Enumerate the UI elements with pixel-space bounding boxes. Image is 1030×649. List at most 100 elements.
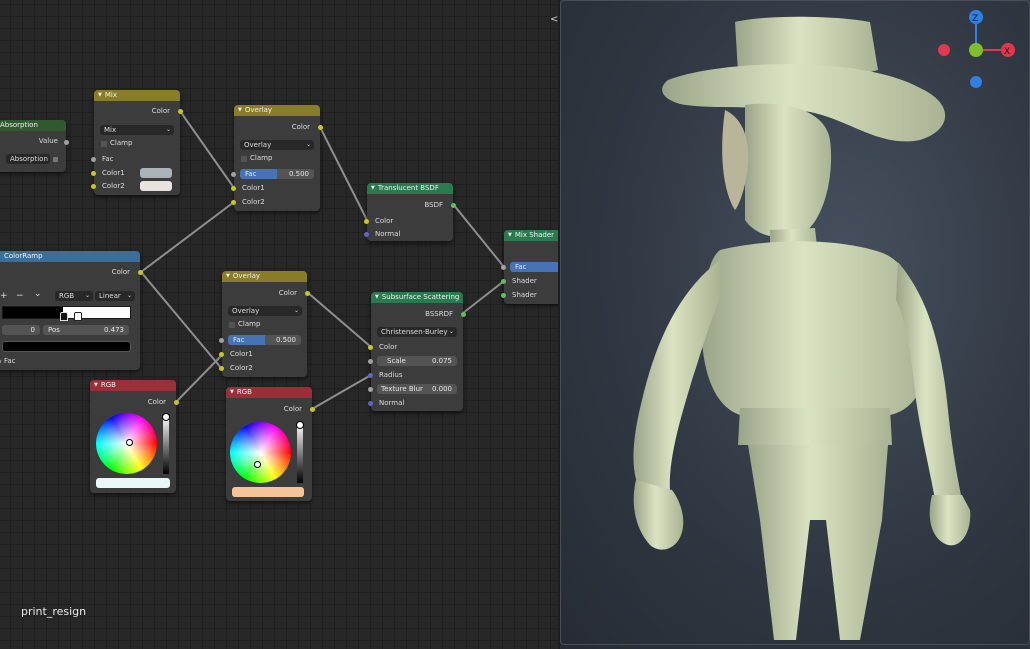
sss-color-socket[interactable] — [368, 345, 373, 350]
rgb-2-wheel-cursor[interactable] — [254, 461, 261, 468]
mix-color2-socket[interactable] — [91, 184, 96, 189]
overlay-2-mode-dropdown[interactable]: Overlay ⌄ — [228, 306, 302, 316]
colorramp-index-field[interactable]: 0 — [2, 325, 40, 335]
rgb-1-header[interactable]: ▼ RGB — [90, 380, 176, 391]
mix-shader-fac-field[interactable]: Fac — [510, 262, 558, 272]
subsurface-scattering-node[interactable]: ▼ Subsurface Scattering BSSRDF Christense… — [368, 292, 466, 411]
rgb-2-value-slider[interactable] — [296, 421, 304, 483]
rgb-1-value-slider[interactable] — [162, 413, 170, 474]
mix-shader-shader2-socket[interactable] — [501, 293, 506, 298]
node-editor[interactable]: Absorption Value Absorption ▼ Mix Color M… — [0, 0, 558, 649]
left-arm — [633, 260, 720, 492]
translucent-header[interactable]: ▼ Translucent BSDF — [367, 183, 453, 194]
mix-shader-node[interactable]: ▼ Mix Shader Fac Shader Shader — [501, 230, 558, 304]
mix-color-out-socket[interactable] — [178, 109, 183, 114]
absorption-node-header[interactable]: Absorption — [0, 120, 66, 131]
overlay-1-header[interactable]: ▼ Overlay — [234, 105, 320, 116]
rgb-node-1[interactable]: ▼ RGB Color — [90, 380, 179, 493]
translucent-color-socket[interactable] — [364, 219, 369, 224]
mix-shader-fac-socket[interactable] — [501, 265, 506, 270]
mix-fac-socket[interactable] — [91, 157, 96, 162]
rgb-1-value-handle[interactable] — [162, 413, 170, 421]
mix-shader-shader1-socket[interactable] — [501, 279, 506, 284]
translucent-title: Translucent BSDF — [377, 184, 439, 192]
overlay-1-fac-socket[interactable] — [231, 172, 236, 177]
mix-shader-shader2-label: Shader — [512, 291, 537, 299]
overlay-2-color1-socket[interactable] — [219, 352, 224, 357]
rgb-2-color-wheel[interactable] — [230, 422, 291, 483]
sss-out-socket[interactable] — [461, 312, 466, 317]
absorption-node[interactable]: Absorption Value Absorption — [0, 120, 69, 172]
mix-node[interactable]: ▼ Mix Color Mix ⌄ Clamp Fac Color1 Color2 — [91, 90, 183, 195]
overlay-2-clamp-checkbox[interactable] — [229, 322, 235, 328]
colorramp-interp-dropdown[interactable]: Linear ⌄ — [95, 291, 135, 301]
overlay-2-fac-socket[interactable] — [219, 338, 224, 343]
rgb-1-out-socket[interactable] — [174, 400, 179, 405]
sss-scale-field[interactable]: Scale 0.075 — [377, 356, 457, 366]
sss-title: Subsurface Scattering — [381, 293, 460, 301]
sss-method-dropdown[interactable]: Christensen-Burley ⌄ — [377, 327, 457, 337]
overlay-node-2[interactable]: ▼ Overlay Color Overlay ⌄ Clamp Fac 0.500 … — [219, 271, 310, 377]
rgb-2-value-handle[interactable] — [296, 421, 304, 429]
absorption-value-socket[interactable] — [64, 140, 69, 145]
colorramp-node[interactable]: ColorRamp Color + − ⌄ RGB ⌄ Linear ⌄ 0 Pos… — [0, 251, 143, 370]
overlay-2-header[interactable]: ▼ Overlay — [222, 271, 307, 282]
colorramp-stop-color-swatch[interactable] — [2, 341, 131, 352]
absorption-toggle[interactable] — [53, 157, 58, 162]
mix-color1-socket[interactable] — [91, 171, 96, 176]
chevron-down-icon: ⌄ — [293, 307, 299, 314]
overlay-2-fac-field[interactable]: Fac 0.500 — [228, 335, 301, 345]
mix-clamp-checkbox[interactable] — [101, 141, 107, 147]
overlay-1-fac-field[interactable]: Fac 0.500 — [240, 169, 314, 179]
add-stop-icon[interactable]: + — [0, 291, 8, 301]
sss-radius-label: Radius — [379, 371, 403, 379]
orientation-gizmo[interactable]: Z X — [938, 10, 1015, 88]
colorramp-out-socket[interactable] — [138, 270, 143, 275]
overlay-1-color2-socket[interactable] — [231, 200, 236, 205]
head — [745, 103, 832, 238]
overlay-node-1[interactable]: ▼ Overlay Color Overlay ⌄ Clamp Fac 0.500 … — [231, 105, 323, 211]
overlay-1-mode-dropdown[interactable]: Overlay ⌄ — [240, 140, 314, 150]
ramp-stop-black[interactable] — [60, 312, 68, 321]
rgb-2-swatch[interactable] — [232, 487, 304, 497]
sss-blur-socket[interactable] — [368, 387, 373, 392]
absorption-mode-dropdown[interactable]: Absorption — [6, 154, 50, 164]
colorramp-color-mode-dropdown[interactable]: RGB ⌄ — [55, 291, 93, 301]
translucent-bsdf-node[interactable]: ▼ Translucent BSDF BSDF Color Normal — [364, 183, 456, 241]
translucent-normal-socket[interactable] — [364, 232, 369, 237]
mix-color2-swatch[interactable] — [140, 181, 172, 191]
rgb-node-2[interactable]: ▼ RGB Color — [226, 387, 315, 501]
rgb-1-wheel-cursor[interactable] — [126, 439, 133, 446]
rgb-2-out-socket[interactable] — [310, 407, 315, 412]
ramp-stop-white[interactable] — [74, 312, 82, 321]
sss-header[interactable]: ▼ Subsurface Scattering — [371, 292, 463, 303]
overlay-1-clamp-checkbox[interactable] — [241, 156, 247, 162]
overlay-1-color1-socket[interactable] — [231, 186, 236, 191]
overlay-2-out-socket[interactable] — [305, 291, 310, 296]
remove-stop-icon[interactable]: − — [16, 291, 24, 301]
mix-shader-header[interactable]: ▼ Mix Shader — [504, 230, 558, 241]
3d-viewport[interactable]: Z X — [560, 0, 1030, 649]
translucent-out-socket[interactable] — [451, 203, 456, 208]
sss-scale-socket[interactable] — [368, 359, 373, 364]
mix-color-output: Color — [151, 107, 170, 115]
sss-blur-value: 0.000 — [431, 385, 452, 393]
rgb-2-header[interactable]: ▼ RGB — [226, 387, 312, 398]
overlay-2-clamp-label: Clamp — [238, 320, 261, 328]
rgb-1-color-wheel[interactable] — [96, 413, 157, 474]
ramp-menu-icon[interactable]: ⌄ — [34, 289, 42, 299]
mix-node-header[interactable]: ▼ Mix — [94, 90, 180, 101]
sss-blur-field[interactable]: Texture Blur 0.000 — [377, 384, 457, 394]
colorramp-header[interactable]: ColorRamp — [0, 251, 140, 262]
overlay-1-out-socket[interactable] — [318, 125, 323, 130]
sss-radius-socket[interactable] — [368, 373, 373, 378]
sss-normal-socket[interactable] — [368, 401, 373, 406]
rgb-1-swatch[interactable] — [96, 478, 170, 488]
colorramp-fac-socket[interactable] — [0, 359, 1, 364]
mix-mode-dropdown[interactable]: Mix ⌄ — [100, 125, 174, 135]
overlay-2-color2-socket[interactable] — [219, 366, 224, 371]
split-arrows-icon[interactable]: <> — [550, 14, 558, 25]
colorramp-pos-field[interactable]: Pos 0.473 — [43, 325, 129, 335]
mix-color1-swatch[interactable] — [140, 168, 172, 178]
colorramp-pos-label: Pos — [48, 326, 60, 334]
